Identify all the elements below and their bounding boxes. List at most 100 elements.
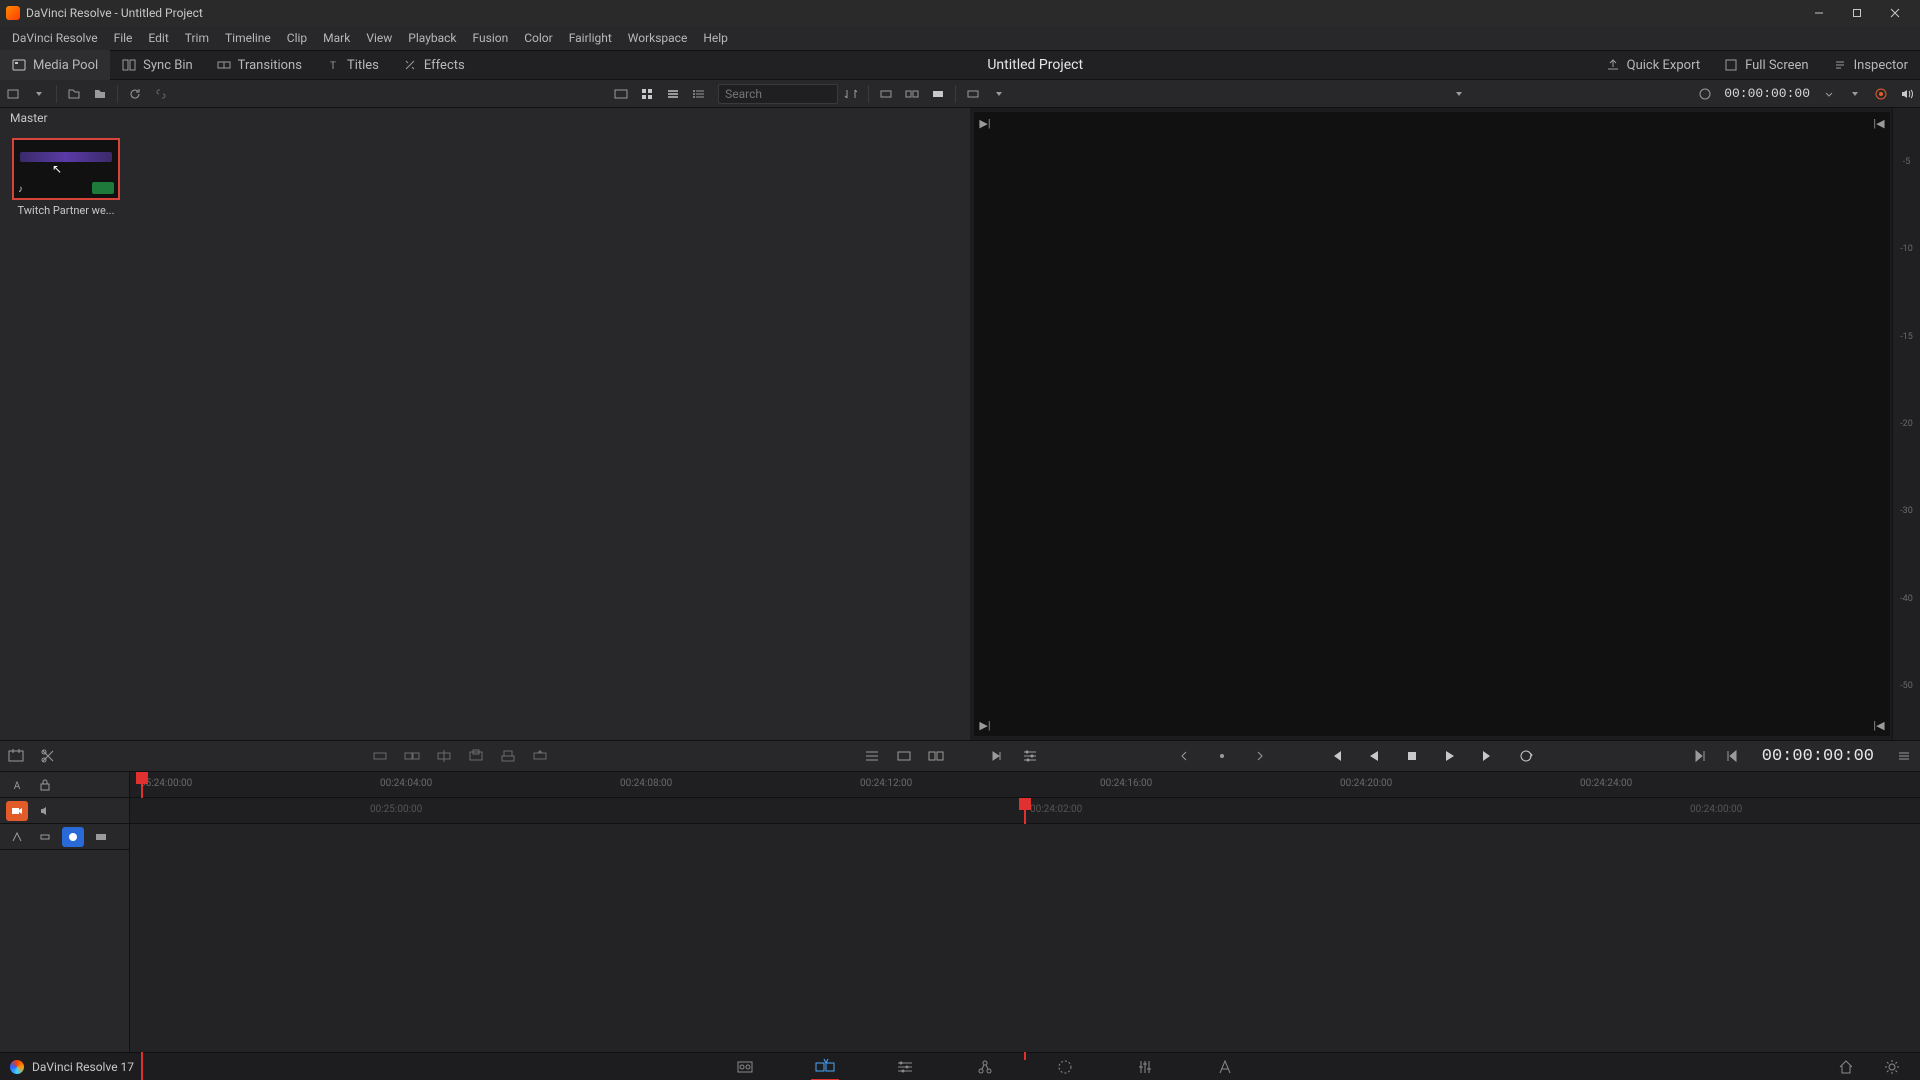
menu-help[interactable]: Help: [695, 26, 736, 50]
sort-button[interactable]: [838, 81, 864, 107]
marker-jog-button[interactable]: [1204, 741, 1240, 771]
menu-davinci-resolve[interactable]: DaVinci Resolve: [4, 26, 106, 50]
tab-quick-export[interactable]: Quick Export: [1594, 50, 1712, 80]
timecode-dropdown[interactable]: [1816, 81, 1842, 107]
source-single-button[interactable]: [925, 81, 951, 107]
timeline-options-button[interactable]: [1014, 741, 1046, 771]
stop-button[interactable]: [1394, 741, 1430, 771]
home-button[interactable]: [1826, 1053, 1866, 1080]
thumbnail-view-button[interactable]: [608, 81, 634, 107]
tab-effects[interactable]: Effects: [391, 50, 477, 80]
viewer-screen[interactable]: ▶| |◀ ▶| |◀: [974, 112, 1890, 736]
viewer-last-frame-button[interactable]: |◀: [1872, 116, 1886, 130]
timeline-menu-button[interactable]: [1888, 741, 1920, 771]
viewer-mode-button[interactable]: [960, 81, 986, 107]
go-to-end-button[interactable]: [1470, 741, 1506, 771]
viewer-first-frame-button-2[interactable]: ▶|: [978, 718, 992, 732]
refresh-button[interactable]: [122, 81, 148, 107]
track-audio-toggle[interactable]: [34, 801, 56, 821]
media-clip[interactable]: ♪ ↖ Twitch Partner we...: [12, 138, 120, 217]
viewer-last-frame-button-2[interactable]: |◀: [1872, 718, 1886, 732]
link-button[interactable]: [148, 81, 174, 107]
timeline-body[interactable]: [130, 824, 1920, 1052]
next-edit-button[interactable]: [1242, 741, 1278, 771]
minimize-button[interactable]: [1800, 0, 1838, 26]
stabilize-button[interactable]: [920, 741, 952, 771]
prev-edit-button[interactable]: [1166, 741, 1202, 771]
tab-titles[interactable]: T Titles: [314, 50, 391, 80]
viewer-first-frame-button[interactable]: ▶|: [978, 116, 992, 130]
prev-clip-button[interactable]: [1716, 741, 1748, 771]
media-grid[interactable]: ♪ ↖ Twitch Partner we...: [0, 130, 970, 740]
menu-color[interactable]: Color: [516, 26, 560, 50]
place-on-top-button[interactable]: [492, 741, 524, 771]
tab-full-screen[interactable]: Full Screen: [1712, 50, 1821, 80]
audio-settings-button[interactable]: [1868, 81, 1894, 107]
timecode-menu[interactable]: [1842, 81, 1868, 107]
upper-playhead[interactable]: [136, 772, 148, 784]
play-reverse-button[interactable]: [1356, 741, 1392, 771]
strip-view-button[interactable]: [660, 81, 686, 107]
breadcrumb[interactable]: Master: [0, 108, 970, 130]
timeline-ruler[interactable]: 05:24:00:00 00:24:04:00 00:24:08:00 00:2…: [130, 772, 1920, 798]
viewer-mode-dropdown[interactable]: [986, 81, 1012, 107]
close-up-button[interactable]: [460, 741, 492, 771]
menu-timeline[interactable]: Timeline: [217, 26, 279, 50]
tab-media-pool[interactable]: Media Pool: [0, 50, 110, 80]
menu-fairlight[interactable]: Fairlight: [561, 26, 620, 50]
viewer-dropdown[interactable]: [1446, 81, 1472, 107]
tab-inspector[interactable]: Inspector: [1821, 50, 1920, 80]
track-video-toggle[interactable]: [6, 801, 28, 821]
timeline-subruler[interactable]: 00:25:00:00 00:24:02:00 00:24:00:00: [130, 798, 1920, 824]
page-deliver-button[interactable]: [1205, 1053, 1245, 1080]
append-button[interactable]: [396, 741, 428, 771]
viewer-timecode[interactable]: 00:00:00:00: [1718, 86, 1816, 101]
close-button[interactable]: [1876, 0, 1914, 26]
page-fusion-button[interactable]: [965, 1053, 1005, 1080]
import-folder-button[interactable]: [87, 81, 113, 107]
lower-playhead[interactable]: [1019, 798, 1031, 810]
menu-playback[interactable]: Playback: [400, 26, 464, 50]
source-overwrite-button[interactable]: [524, 741, 556, 771]
audio-sync-toggle[interactable]: [62, 827, 84, 847]
page-edit-button[interactable]: [885, 1053, 925, 1080]
bin-list-button[interactable]: [0, 81, 26, 107]
snap-toggle[interactable]: [34, 827, 56, 847]
menu-view[interactable]: View: [358, 26, 400, 50]
source-clip-button[interactable]: [899, 81, 925, 107]
maximize-button[interactable]: [1838, 0, 1876, 26]
import-media-button[interactable]: [61, 81, 87, 107]
fast-review-button[interactable]: [982, 741, 1014, 771]
grid-view-button[interactable]: [634, 81, 660, 107]
next-clip-button[interactable]: [1684, 741, 1716, 771]
track-a-button[interactable]: A: [6, 775, 28, 795]
search-input[interactable]: [718, 84, 838, 104]
timeline-tracks[interactable]: 05:24:00:00 00:24:04:00 00:24:08:00 00:2…: [130, 772, 1920, 1052]
menu-mark[interactable]: Mark: [315, 26, 358, 50]
tab-transitions[interactable]: Transitions: [205, 50, 314, 80]
timeline-timecode[interactable]: 00:00:00:00: [1748, 747, 1888, 766]
menu-file[interactable]: File: [106, 26, 141, 50]
go-to-start-button[interactable]: [1318, 741, 1354, 771]
marker-tool-button[interactable]: [6, 827, 28, 847]
smart-insert-button[interactable]: [364, 741, 396, 771]
bypass-button[interactable]: [1692, 81, 1718, 107]
page-fairlight-button[interactable]: [1125, 1053, 1165, 1080]
menu-workspace[interactable]: Workspace: [620, 26, 696, 50]
tab-sync-bin[interactable]: Sync Bin: [110, 50, 205, 80]
ripple-overwrite-button[interactable]: [428, 741, 460, 771]
boring-detector-button[interactable]: [0, 741, 32, 771]
page-media-button[interactable]: [725, 1053, 765, 1080]
menu-edit[interactable]: Edit: [140, 26, 176, 50]
dynamic-zoom-button[interactable]: [888, 741, 920, 771]
list-view-button[interactable]: [686, 81, 712, 107]
play-button[interactable]: [1432, 741, 1468, 771]
video-only-toggle[interactable]: [90, 827, 112, 847]
project-settings-button[interactable]: [1872, 1053, 1912, 1080]
menu-fusion[interactable]: Fusion: [465, 26, 517, 50]
tools-dropdown-button[interactable]: [856, 741, 888, 771]
split-clip-button[interactable]: [32, 741, 64, 771]
bin-dropdown-button[interactable]: [26, 81, 52, 107]
menu-trim[interactable]: Trim: [177, 26, 217, 50]
mute-button[interactable]: [1894, 81, 1920, 107]
